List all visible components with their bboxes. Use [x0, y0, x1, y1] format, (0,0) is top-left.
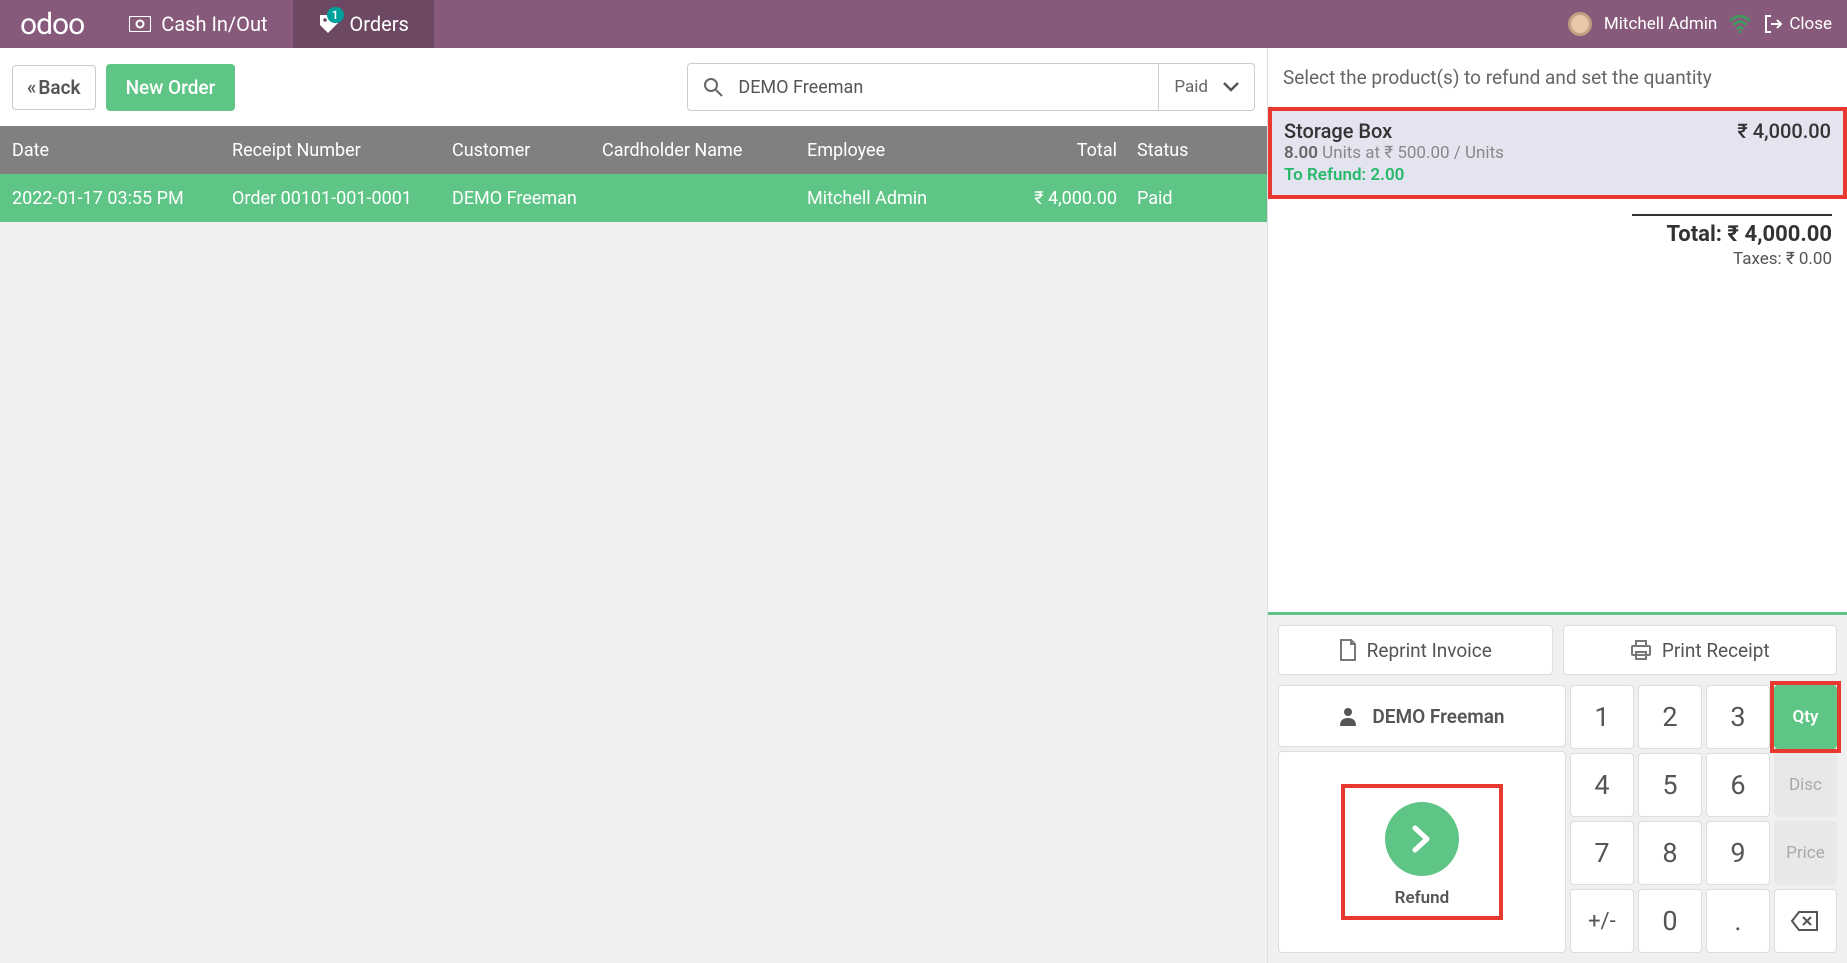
numpad-0[interactable]: 0 [1638, 889, 1702, 953]
cell-employee: Mitchell Admin [807, 188, 987, 209]
col-header-total: Total [987, 140, 1117, 161]
logout-icon [1763, 14, 1783, 34]
refund-product-line[interactable]: Storage Box 8.00 Units at ₹ 500.00 / Uni… [1268, 107, 1847, 199]
search-icon [688, 77, 738, 97]
chevron-right-icon [1411, 824, 1433, 854]
numpad-plusminus[interactable]: +/- [1570, 889, 1634, 953]
chevron-left-icon: « [27, 76, 36, 99]
to-refund-text: To Refund: 2.00 [1284, 165, 1504, 185]
customer-button[interactable]: DEMO Freeman [1278, 685, 1566, 747]
cell-status: Paid [1117, 188, 1207, 209]
refund-label: Refund [1395, 888, 1450, 908]
numpad-7[interactable]: 7 [1570, 821, 1634, 885]
product-qty-rest: Units at ₹ 500.00 / Units [1318, 143, 1504, 163]
search-input[interactable] [738, 77, 1158, 98]
numpad-3[interactable]: 3 [1706, 685, 1770, 749]
print-receipt-button[interactable]: Print Receipt [1563, 625, 1838, 675]
col-header-date: Date [12, 140, 232, 161]
mode-disc-button[interactable]: Disc [1774, 753, 1837, 817]
file-icon [1339, 639, 1357, 661]
back-button[interactable]: « Back [12, 65, 96, 110]
product-price: ₹ 4,000.00 [1737, 119, 1831, 185]
col-header-receipt: Receipt Number [232, 140, 452, 161]
bottom-panel: Reprint Invoice Print Receipt DEMO Freem [1268, 612, 1847, 963]
back-label: Back [38, 76, 80, 99]
top-bar: odoo Cash In/Out 1 Orders Mitchell Admin… [0, 0, 1847, 48]
cell-customer: DEMO Freeman [452, 188, 602, 209]
cell-receipt: Order 00101-001-0001 [232, 188, 452, 209]
nav-orders[interactable]: 1 Orders [293, 0, 434, 48]
reprint-invoice-button[interactable]: Reprint Invoice [1278, 625, 1553, 675]
avatar[interactable] [1568, 12, 1592, 36]
backspace-button[interactable] [1774, 889, 1837, 953]
table-header: Date Receipt Number Customer Cardholder … [0, 126, 1267, 174]
numpad-6[interactable]: 6 [1706, 753, 1770, 817]
printer-icon [1630, 640, 1652, 660]
tag-icon: 1 [318, 13, 340, 35]
reprint-label: Reprint Invoice [1367, 639, 1492, 662]
nav-orders-label: Orders [350, 12, 409, 36]
nav-cash-label: Cash In/Out [161, 12, 267, 36]
totals-block: Total: ₹ 4,000.00 Taxes: ₹ 0.00 [1632, 214, 1832, 269]
product-name: Storage Box [1284, 119, 1504, 143]
cash-icon [129, 16, 151, 32]
mode-price-button[interactable]: Price [1774, 821, 1837, 885]
product-qty: 8.00 [1284, 143, 1318, 163]
numpad: 1 2 3 4 5 6 7 8 9 +/- 0 . [1570, 685, 1770, 953]
orders-pane: « Back New Order Paid Date Receipt Numbe… [0, 48, 1267, 963]
refund-pane: Select the product(s) to refund and set … [1267, 48, 1847, 963]
close-button[interactable]: Close [1763, 14, 1832, 34]
topbar-right: Mitchell Admin Close [1568, 12, 1847, 36]
left-controls: « Back New Order Paid [0, 48, 1267, 126]
refund-button-wrap: Refund [1278, 751, 1566, 953]
refund-highlight: Refund [1341, 784, 1503, 920]
col-header-customer: Customer [452, 140, 602, 161]
col-header-status: Status [1117, 140, 1207, 161]
orders-badge: 1 [327, 7, 344, 23]
status-value: Paid [1174, 77, 1208, 97]
nav-cash-in-out[interactable]: Cash In/Out [104, 0, 292, 48]
customer-name: DEMO Freeman [1372, 705, 1504, 728]
numpad-2[interactable]: 2 [1638, 685, 1702, 749]
refund-button[interactable] [1385, 802, 1459, 876]
new-order-button[interactable]: New Order [106, 64, 236, 111]
numpad-9[interactable]: 9 [1706, 821, 1770, 885]
chevron-down-icon [1223, 82, 1239, 92]
wifi-icon [1729, 15, 1751, 33]
cell-date: 2022-01-17 03:55 PM [12, 188, 232, 209]
mode-qty-button[interactable]: Qty [1774, 685, 1837, 749]
mode-column: Qty Disc Price [1774, 685, 1837, 953]
product-qty-line: 8.00 Units at ₹ 500.00 / Units [1284, 143, 1504, 163]
user-icon [1339, 706, 1357, 726]
numpad-8[interactable]: 8 [1638, 821, 1702, 885]
table-row[interactable]: 2022-01-17 03:55 PM Order 00101-001-0001… [0, 174, 1267, 222]
search-wrap: Paid [687, 63, 1255, 111]
cell-total: ₹ 4,000.00 [987, 188, 1117, 209]
user-name[interactable]: Mitchell Admin [1604, 14, 1717, 34]
refund-header-text: Select the product(s) to refund and set … [1268, 48, 1847, 107]
numpad-5[interactable]: 5 [1638, 753, 1702, 817]
status-filter[interactable]: Paid [1158, 64, 1254, 110]
odoo-logo: odoo [0, 7, 104, 42]
total-line: Total: ₹ 4,000.00 [1632, 222, 1832, 247]
tax-line: Taxes: ₹ 0.00 [1632, 249, 1832, 269]
close-label: Close [1789, 14, 1832, 34]
col-header-employee: Employee [807, 140, 987, 161]
print-label: Print Receipt [1662, 639, 1770, 662]
col-header-cardholder: Cardholder Name [602, 140, 807, 161]
numpad-dot[interactable]: . [1706, 889, 1770, 953]
numpad-4[interactable]: 4 [1570, 753, 1634, 817]
backspace-icon [1791, 911, 1819, 931]
numpad-1[interactable]: 1 [1570, 685, 1634, 749]
